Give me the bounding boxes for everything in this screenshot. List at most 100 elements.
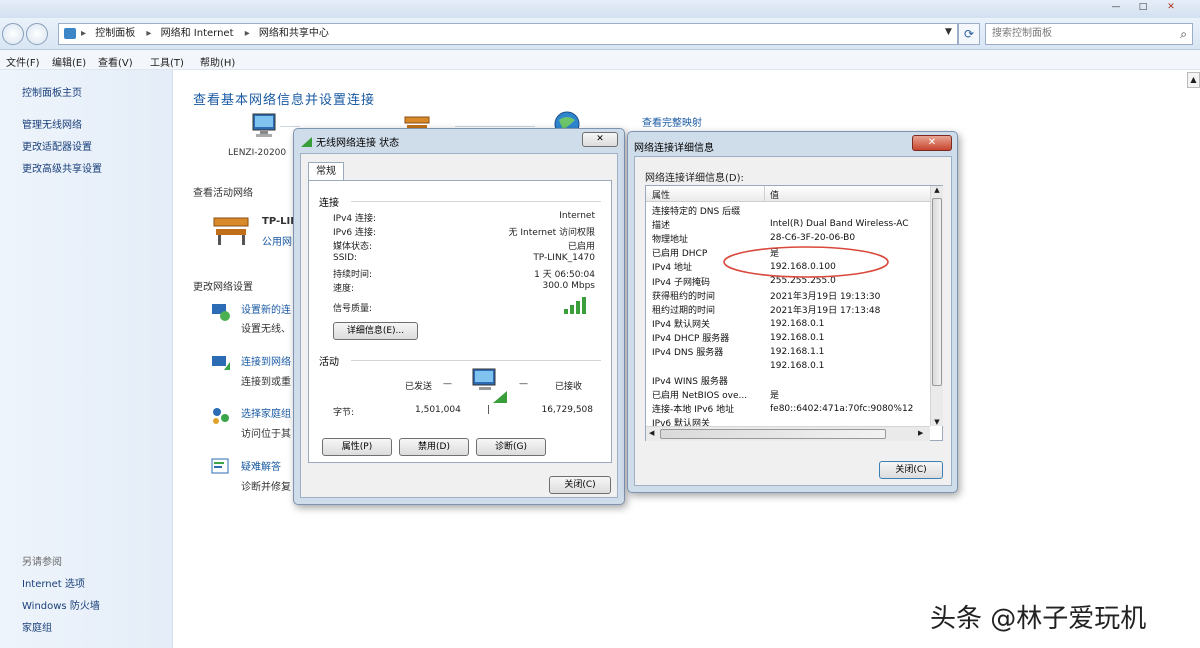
scroll-up-arrow[interactable]: ▲ (931, 186, 943, 194)
detail-property: 连接特定的 DNS 后缀 (652, 206, 741, 217)
detail-property: IPv4 默认网关 (652, 320, 710, 331)
sidebar-item-internet-options[interactable]: Internet 选项 (22, 575, 85, 590)
table-row[interactable]: 192.168.0.1 (646, 359, 917, 373)
forward-button[interactable] (26, 23, 48, 45)
group-divider (351, 360, 601, 361)
computer-name: LENZI-20200 (228, 148, 287, 158)
row-value-duration: 1 天 06:50:04 (534, 270, 595, 280)
setting-title-2[interactable]: 连接到网络 (241, 353, 291, 368)
dialog-close-button[interactable]: ✕ (582, 132, 618, 147)
detail-value: 192.168.0.1 (770, 318, 825, 329)
view-full-map-link[interactable]: 查看完整映射 (642, 114, 702, 129)
minimize-button[interactable]: — (1105, 0, 1127, 14)
signal-quality-label: 信号质量: (333, 304, 373, 314)
bytes-received: 16,729,508 (541, 405, 593, 415)
window-close-button[interactable]: ✕ (1160, 0, 1182, 14)
menu-tools[interactable]: 工具(T) (150, 54, 184, 69)
back-button[interactable] (2, 23, 24, 45)
setup-connection-icon (212, 304, 230, 321)
menu-help[interactable]: 帮助(H) (200, 54, 235, 69)
details-list-header: 属性 值 (646, 186, 930, 202)
breadcrumb-network-center[interactable]: 网络和共享中心 (259, 28, 329, 39)
table-row[interactable]: 连接特定的 DNS 后缀 (646, 203, 917, 217)
activity-computers-icon (472, 368, 507, 403)
table-row[interactable]: 连接-本地 IPv6 地址 fe80::6402:471a:70fc:9080%1… (646, 402, 917, 416)
detail-value: 192.168.0.1 (770, 332, 825, 343)
setting-title-1[interactable]: 设置新的连 (241, 301, 291, 316)
details-dialog-title: 网络连接详细信息 (634, 143, 714, 154)
table-row[interactable]: IPv4 DHCP 服务器 192.168.0.1 (646, 331, 917, 345)
detail-property: IPv4 WINS 服务器 (652, 376, 728, 387)
vertical-scroll-thumb[interactable] (932, 198, 942, 386)
chevron-down-icon[interactable]: ▼ (945, 27, 952, 37)
tab-general[interactable]: 常规 (308, 162, 344, 180)
horizontal-scroll-thumb[interactable] (660, 429, 886, 439)
setting-desc-1: 设置无线、 (241, 324, 291, 335)
breadcrumb-control-panel[interactable]: 控制面板 (95, 28, 135, 39)
sidebar: 控制面板主页 管理无线网络 更改适配器设置 更改高级共享设置 另请参阅 Inte… (0, 70, 173, 648)
details-dialog-body: 网络连接详细信息(D): 属性 值 连接特定的 DNS 后缀 描述 Intel(R)… (634, 156, 952, 486)
detail-property: 已启用 NetBIOS ove... (652, 391, 748, 402)
menu-view[interactable]: 查看(V) (98, 54, 133, 69)
properties-button[interactable]: 属性(P) (322, 438, 392, 456)
table-row[interactable]: 获得租约的时间 2021年3月19日 19:13:30 (646, 288, 917, 302)
row-label-ipv4: IPv4 连接: (333, 214, 377, 224)
details-close-x[interactable]: ✕ (912, 135, 952, 151)
status-dialog-title: 无线网络连接 状态 (316, 138, 400, 149)
row-label-media: 媒体状态: (333, 242, 373, 252)
highlight-circle (723, 246, 889, 278)
status-dialog-body: 常规 连接 IPv4 连接: Internet IPv6 连接: 无 Inter… (300, 153, 618, 498)
scroll-left-arrow[interactable]: ◀ (649, 429, 654, 437)
connection-group-label: 连接 (319, 198, 339, 209)
column-property[interactable]: 属性 (652, 188, 670, 201)
main-scroll-up[interactable]: ▲ (1187, 72, 1200, 88)
table-row[interactable]: IPv4 WINS 服务器 (646, 373, 917, 387)
vertical-scrollbar[interactable]: ▲ ▼ (930, 186, 943, 426)
scroll-down-arrow[interactable]: ▼ (931, 418, 943, 426)
search-icon[interactable]: ⌕ (1180, 24, 1187, 44)
horizontal-scrollbar[interactable]: ◀ ▶ (646, 426, 930, 441)
sent-label: 已发送 (405, 382, 433, 392)
refresh-icon[interactable]: ⟳ (958, 23, 980, 45)
network-type-link[interactable]: 公用网 (262, 233, 292, 248)
table-row[interactable]: 描述 Intel(R) Dual Band Wireless-AC (646, 217, 917, 231)
breadcrumb-network-internet[interactable]: 网络和 Internet (161, 28, 234, 39)
menu-edit[interactable]: 编辑(E) (52, 54, 86, 69)
table-row[interactable]: IPv4 DNS 服务器 192.168.1.1 (646, 345, 917, 359)
menu-file[interactable]: 文件(F) (6, 54, 40, 69)
map-link-line-2 (455, 126, 535, 127)
sidebar-item-sharing[interactable]: 更改高级共享设置 (22, 160, 102, 175)
table-row[interactable]: 已启用 NetBIOS ove... 是 (646, 387, 917, 401)
chevron-right-icon: ▸ (146, 28, 152, 39)
column-value[interactable]: 值 (770, 188, 779, 201)
address-field[interactable]: ▸ 控制面板 ▸ 网络和 Internet ▸ 网络和共享中心 (58, 23, 958, 45)
details-close-button[interactable]: 关闭(C) (879, 461, 943, 479)
table-row[interactable]: IPv4 默认网关 192.168.0.1 (646, 317, 917, 331)
menu-bar: 文件(F) 编辑(E) 查看(V) 工具(T) 帮助(H) (0, 50, 1200, 70)
detail-property: 描述 (652, 220, 671, 231)
detail-property: 获得租约的时间 (652, 291, 716, 302)
detail-value: 2021年3月19日 17:13:48 (770, 305, 881, 316)
status-close-button[interactable]: 关闭(C) (549, 476, 611, 494)
diagnose-button[interactable]: 诊断(G) (476, 438, 546, 456)
sidebar-item-homegroup[interactable]: 家庭组 (22, 619, 52, 634)
row-value-speed: 300.0 Mbps (542, 281, 595, 291)
setting-title-4[interactable]: 疑难解答 (241, 458, 281, 473)
activity-group-label: 活动 (319, 357, 339, 368)
sidebar-item-wireless[interactable]: 管理无线网络 (22, 116, 82, 131)
maximize-button[interactable]: □ (1132, 0, 1154, 14)
detail-property: IPv4 DHCP 服务器 (652, 334, 730, 345)
sidebar-item-firewall[interactable]: Windows 防火墙 (22, 597, 100, 612)
disable-button[interactable]: 禁用(D) (399, 438, 469, 456)
setting-desc-3: 访问位于其 (241, 429, 291, 440)
sidebar-item-home[interactable]: 控制面板主页 (22, 84, 82, 99)
table-row[interactable]: 租约过期的时间 2021年3月19日 17:13:48 (646, 302, 917, 316)
search-input[interactable]: 搜索控制面板 ⌕ (985, 23, 1193, 45)
map-link-line (280, 126, 300, 127)
sidebar-item-adapter[interactable]: 更改适配器设置 (22, 138, 92, 153)
bytes-sent: 1,501,004 (415, 405, 461, 415)
details-button[interactable]: 详细信息(E)... (333, 322, 418, 340)
setting-title-3[interactable]: 选择家庭组 (241, 405, 291, 420)
detail-value: 192.168.1.1 (770, 346, 825, 357)
scroll-right-arrow[interactable]: ▶ (918, 429, 923, 437)
